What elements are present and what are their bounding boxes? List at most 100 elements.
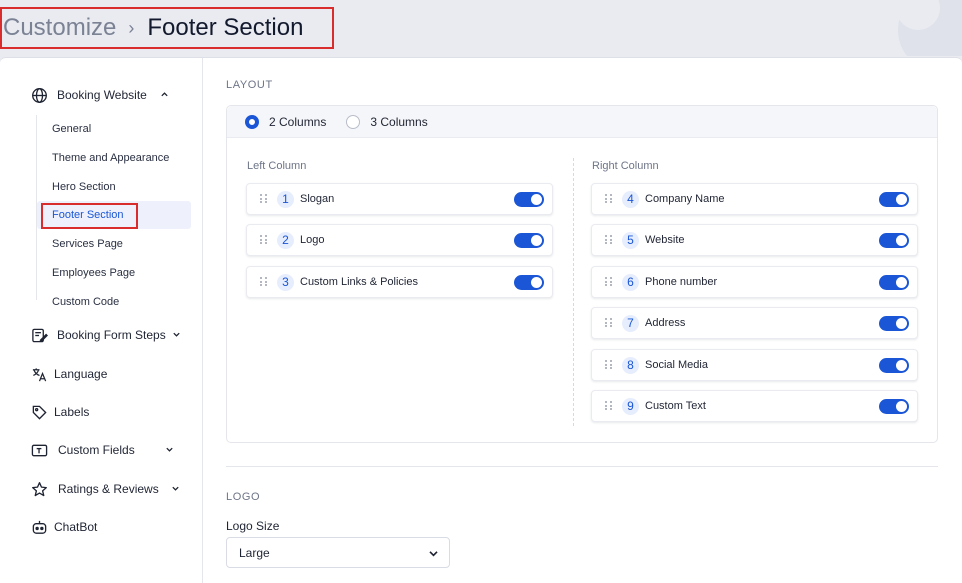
sidebar-subitem-hero[interactable]: Hero Section (37, 173, 191, 201)
field-label: Social Media (645, 359, 708, 371)
radio-label: 2 Columns (269, 114, 327, 129)
right-column-heading: Right Column (592, 160, 659, 172)
field-row-social-media[interactable]: 8 Social Media (591, 349, 918, 381)
breadcrumb: Customize › Footer Section (0, 7, 334, 49)
toggle-switch[interactable] (879, 192, 909, 207)
star-icon (30, 480, 48, 498)
toggle-switch[interactable] (514, 192, 544, 207)
drag-handle-icon[interactable] (260, 277, 268, 287)
field-row-address[interactable]: 7 Address (591, 307, 918, 339)
column-divider (573, 158, 574, 426)
drag-handle-icon[interactable] (605, 318, 613, 328)
content-area: LAYOUT 2 Columns 3 Columns Left Column R… (226, 58, 938, 583)
sidebar-item-label: Ratings & Reviews (58, 482, 159, 496)
order-number: 6 (622, 273, 639, 291)
order-number: 2 (277, 231, 294, 249)
chevron-up-icon (160, 90, 170, 100)
text-field-icon (30, 441, 48, 459)
sidebar-item-label: Labels (54, 405, 90, 419)
order-number: 1 (277, 190, 294, 208)
field-row-logo[interactable]: 2 Logo (246, 224, 553, 256)
field-row-website[interactable]: 5 Website (591, 224, 918, 256)
chevron-down-icon (428, 548, 439, 559)
logo-size-value: Large (239, 545, 270, 560)
field-label: Logo (300, 234, 325, 246)
layout-card: 2 Columns 3 Columns Left Column Right Co… (226, 105, 938, 443)
robot-icon (30, 518, 48, 536)
toggle-switch[interactable] (879, 358, 909, 373)
order-number: 5 (622, 231, 639, 249)
radio-2-columns[interactable]: 2 Columns (245, 114, 327, 129)
sidebar-subitem-general[interactable]: General (37, 115, 191, 143)
toggle-switch[interactable] (514, 233, 544, 248)
order-number: 9 (622, 397, 639, 415)
drag-handle-icon[interactable] (260, 194, 268, 204)
sidebar-item-custom-fields[interactable]: Custom Fields (30, 440, 175, 460)
chevron-down-icon (165, 445, 175, 455)
column-options: 2 Columns 3 Columns (227, 106, 937, 138)
left-column-heading: Left Column (247, 160, 307, 172)
sidebar-item-ratings-reviews[interactable]: Ratings & Reviews (30, 479, 181, 499)
sidebar: Booking Website General Theme and Appear… (0, 58, 203, 583)
sidebar-item-booking-form-steps[interactable]: Booking Form Steps (30, 325, 182, 345)
sidebar-item-booking-website[interactable]: Booking Website (30, 85, 170, 105)
sidebar-item-labels[interactable]: Labels (30, 402, 89, 422)
order-number: 3 (277, 273, 294, 291)
page-title: Footer Section (147, 14, 304, 41)
toggle-switch[interactable] (879, 316, 909, 331)
breadcrumb-separator: › (128, 17, 135, 38)
sidebar-item-label: Booking Form Steps (57, 328, 166, 342)
sidebar-item-language[interactable]: Language (30, 364, 107, 384)
toggle-switch[interactable] (514, 275, 544, 290)
field-label: Address (645, 317, 686, 329)
drag-handle-icon[interactable] (605, 235, 613, 245)
sidebar-subitem-custom-code[interactable]: Custom Code (37, 288, 191, 316)
background-decoration (822, 0, 962, 56)
sidebar-subitem-footer[interactable]: Footer Section (37, 201, 191, 229)
drag-handle-icon[interactable] (605, 277, 613, 287)
sidebar-item-label: Language (54, 367, 108, 381)
chevron-down-icon (171, 484, 181, 494)
globe-icon (30, 86, 48, 104)
booking-website-submenu: General Theme and Appearance Hero Sectio… (36, 115, 191, 308)
drag-handle-icon[interactable] (605, 194, 613, 204)
field-row-slogan[interactable]: 1 Slogan (246, 183, 553, 215)
form-edit-icon (30, 326, 48, 344)
field-label: Custom Text (645, 400, 706, 412)
logo-section-title: LOGO (226, 491, 261, 503)
sidebar-item-label: Custom Fields (58, 443, 135, 457)
field-label: Company Name (645, 193, 725, 205)
sidebar-item-chatbot[interactable]: ChatBot (30, 517, 97, 537)
field-row-custom-links[interactable]: 3 Custom Links & Policies (246, 266, 553, 298)
layout-section-title: LAYOUT (226, 79, 273, 91)
breadcrumb-parent[interactable]: Customize (3, 14, 116, 42)
chevron-down-icon (172, 330, 182, 340)
field-label: Custom Links & Policies (300, 276, 418, 288)
sidebar-subitem-employees[interactable]: Employees Page (37, 259, 191, 287)
field-row-company-name[interactable]: 4 Company Name (591, 183, 918, 215)
sidebar-subitem-services[interactable]: Services Page (37, 230, 191, 258)
field-row-custom-text[interactable]: 9 Custom Text (591, 390, 918, 422)
logo-size-select[interactable]: Large (226, 537, 450, 568)
toggle-switch[interactable] (879, 399, 909, 414)
field-label: Phone number (645, 276, 718, 288)
field-label: Website (645, 234, 685, 246)
radio-checked-icon (245, 114, 259, 129)
drag-handle-icon[interactable] (605, 401, 613, 411)
order-number: 8 (622, 356, 639, 374)
order-number: 4 (622, 190, 639, 208)
order-number: 7 (622, 314, 639, 332)
sidebar-subitem-theme[interactable]: Theme and Appearance (37, 144, 191, 172)
drag-handle-icon[interactable] (260, 235, 268, 245)
toggle-switch[interactable] (879, 233, 909, 248)
drag-handle-icon[interactable] (605, 360, 613, 370)
field-row-phone-number[interactable]: 6 Phone number (591, 266, 918, 298)
field-label: Slogan (300, 193, 335, 205)
sidebar-item-label: Booking Website (57, 88, 147, 102)
section-divider (226, 466, 938, 467)
radio-3-columns[interactable]: 3 Columns (346, 114, 428, 129)
radio-unchecked-icon (346, 114, 361, 129)
toggle-switch[interactable] (879, 275, 909, 290)
translate-icon (30, 365, 48, 383)
sidebar-item-label: ChatBot (54, 520, 98, 534)
